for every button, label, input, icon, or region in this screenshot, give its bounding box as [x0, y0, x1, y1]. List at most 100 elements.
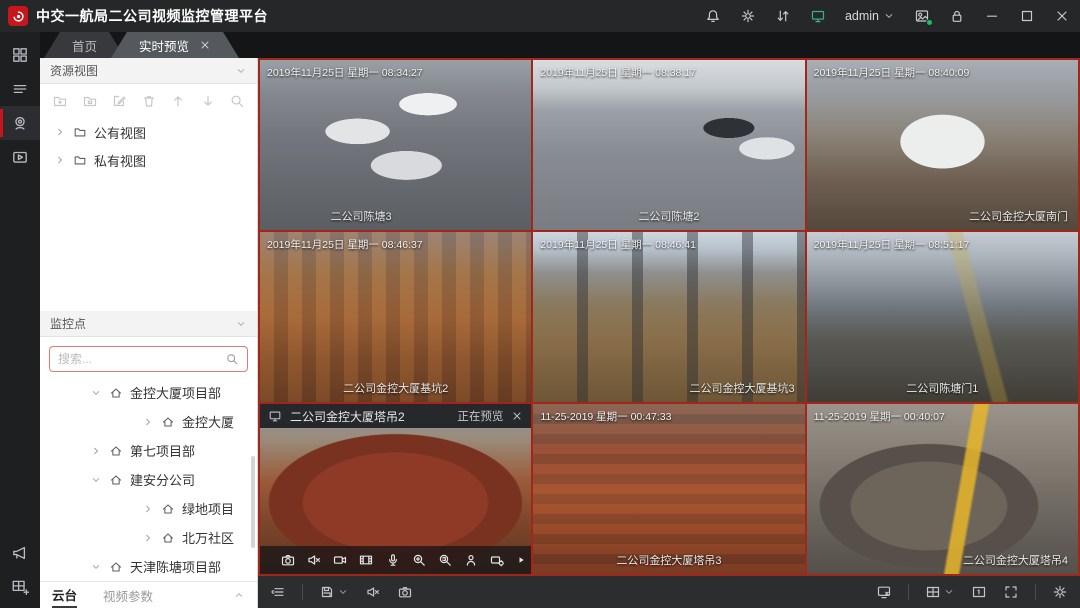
tab-video-params[interactable]: 视频参数 — [103, 582, 153, 608]
folder-add-icon[interactable] — [52, 93, 68, 109]
gear-icon[interactable] — [740, 8, 756, 24]
camera-timestamp: 2019年11月25日 星期一 08:38:17 — [540, 65, 696, 80]
video-cell-3[interactable]: 2019年11月25日 星期一 08:40:09 二公司金控大厦南门 — [807, 60, 1078, 230]
close-stream-icon[interactable] — [511, 410, 523, 422]
chevron-right-icon — [54, 126, 66, 138]
tree-item-site[interactable]: 天津陈塘项目部 — [40, 552, 257, 581]
titlebar: 中交一航局二公司视频监控管理平台 admin — [0, 0, 1080, 32]
video-cell-2[interactable]: 2019年11月25日 星期一 08:38:17 二公司陈塘2 — [533, 60, 804, 230]
snapshot-icon[interactable] — [280, 552, 296, 568]
apps-grid-icon[interactable] — [0, 38, 40, 72]
nav-tv-wall[interactable] — [0, 570, 40, 604]
video-cell-9[interactable]: 11-25-2019 星期一 00:40:07 二公司金控大厦塔吊4 — [807, 404, 1078, 574]
search-input[interactable] — [58, 352, 225, 366]
live-monitor-icon[interactable] — [810, 8, 826, 24]
search-icon[interactable] — [225, 352, 239, 366]
chevron-down-icon — [337, 586, 349, 598]
tree-item-site[interactable]: 绿地项目 — [40, 494, 257, 523]
move-down-icon[interactable] — [200, 93, 216, 109]
move-up-icon[interactable] — [170, 93, 186, 109]
search-icon[interactable] — [229, 93, 245, 109]
video-file-icon — [11, 148, 29, 166]
camera-label: 二公司金控大厦基坑2 — [343, 380, 448, 396]
sort-arrows-icon[interactable] — [775, 8, 791, 24]
tree-item-site[interactable]: 第七项目部 — [40, 436, 257, 465]
tree-item-site[interactable]: 金控大厦项目部 — [40, 378, 257, 407]
delete-icon[interactable] — [141, 93, 157, 109]
scrollbar-thumb[interactable] — [251, 456, 255, 548]
grid-layout-button[interactable] — [925, 584, 955, 600]
tree-item-site[interactable]: 建安分公司 — [40, 465, 257, 494]
save-icon — [319, 584, 335, 600]
monitor-points-header[interactable]: 监控点 — [40, 311, 257, 337]
snapshot-all-icon[interactable] — [397, 584, 413, 600]
tab-home[interactable]: 首页 — [44, 32, 125, 58]
video-cell-5[interactable]: 2019年11月25日 星期一 08:46:41 二公司金控大厦基坑3 — [533, 232, 804, 402]
mic-icon[interactable] — [385, 552, 401, 568]
close-tab-icon[interactable] — [199, 39, 211, 51]
camera-timestamp: 11-25-2019 星期一 00:40:07 — [814, 409, 945, 424]
avatar[interactable] — [914, 8, 930, 24]
divider — [302, 584, 303, 600]
zoom-in-icon[interactable] — [411, 552, 427, 568]
tree-item-private-views[interactable]: 私有视图 — [40, 146, 257, 174]
fullscreen-icon[interactable] — [1003, 584, 1019, 600]
webcam-icon — [11, 114, 29, 132]
folder-icon — [73, 153, 87, 167]
camera-title: 二公司金控大厦塔吊2 — [290, 408, 405, 425]
chevron-up-icon[interactable] — [233, 589, 245, 601]
chevron-down-icon — [90, 561, 102, 573]
panel-bottom-tabs: 云台 视频参数 — [40, 581, 257, 608]
collapse-panel-icon[interactable] — [270, 584, 286, 600]
edit-icon[interactable] — [111, 93, 127, 109]
resource-view-header[interactable]: 资源视图 — [40, 58, 257, 84]
record-icon[interactable] — [332, 552, 348, 568]
single-screen-icon[interactable] — [971, 584, 987, 600]
menu-icon[interactable] — [0, 72, 40, 106]
chevron-down-icon — [235, 65, 247, 77]
tab-ptz[interactable]: 云台 — [52, 582, 77, 608]
nav-broadcast[interactable] — [0, 536, 40, 570]
settings-icon[interactable] — [1052, 584, 1068, 600]
zoom-3d-icon[interactable] — [437, 552, 453, 568]
home-icon — [109, 386, 123, 400]
nav-playback[interactable] — [0, 140, 40, 174]
chevron-right-icon — [90, 445, 102, 457]
tree-item-site[interactable]: 北万社区 — [40, 523, 257, 552]
video-cell-4[interactable]: 2019年11月25日 星期一 08:46:37 二公司金控大厦基坑2 — [260, 232, 531, 402]
tv-wall-add-icon — [11, 578, 29, 596]
person-icon[interactable] — [463, 552, 479, 568]
bell-icon[interactable] — [705, 8, 721, 24]
video-cell-1[interactable]: 2019年11月25日 星期一 08:34:27 二公司陈塘3 — [260, 60, 531, 230]
grid-layout-icon — [925, 584, 941, 600]
monitor-icon — [268, 409, 282, 423]
megaphone-icon — [11, 544, 29, 562]
camera-timestamp: 11-25-2019 星期一 00:47:33 — [540, 409, 671, 424]
camera-toolbar — [260, 546, 531, 574]
chevron-down-icon — [943, 586, 955, 598]
maximize-button[interactable] — [1019, 8, 1035, 24]
divider — [1035, 584, 1036, 600]
save-view-button[interactable] — [319, 584, 349, 600]
mute-icon[interactable] — [306, 552, 322, 568]
app-window: 中交一航局二公司视频监控管理平台 admin — [0, 0, 1080, 608]
video-cell-8[interactable]: 11-25-2019 星期一 00:47:33 二公司金控大厦塔吊3 — [533, 404, 804, 574]
lock-icon[interactable] — [949, 8, 965, 24]
close-window-button[interactable] — [1054, 8, 1070, 24]
video-cell-6[interactable]: 2019年11月25日 星期一 08:51:17 二公司陈塘门1 — [807, 232, 1078, 402]
folder-icon — [73, 125, 87, 139]
minimize-button[interactable] — [984, 8, 1000, 24]
tree-item-public-views[interactable]: 公有视图 — [40, 118, 257, 146]
camera-config-icon[interactable] — [489, 552, 505, 568]
user-menu[interactable]: admin — [845, 9, 895, 23]
more-icon[interactable] — [515, 554, 527, 566]
video-cell-7-selected[interactable]: 二公司金控大厦塔吊2 正在预览 — [260, 404, 531, 574]
tree-item-site[interactable]: 金控大厦 — [40, 407, 257, 436]
nav-live-preview[interactable] — [0, 106, 40, 140]
playback-icon[interactable] — [358, 552, 374, 568]
chevron-down-icon — [90, 474, 102, 486]
folder-new-icon[interactable] — [82, 93, 98, 109]
tab-live-preview[interactable]: 实时预览 — [111, 32, 239, 58]
mute-all-icon[interactable] — [365, 584, 381, 600]
close-all-streams-icon[interactable] — [876, 584, 892, 600]
